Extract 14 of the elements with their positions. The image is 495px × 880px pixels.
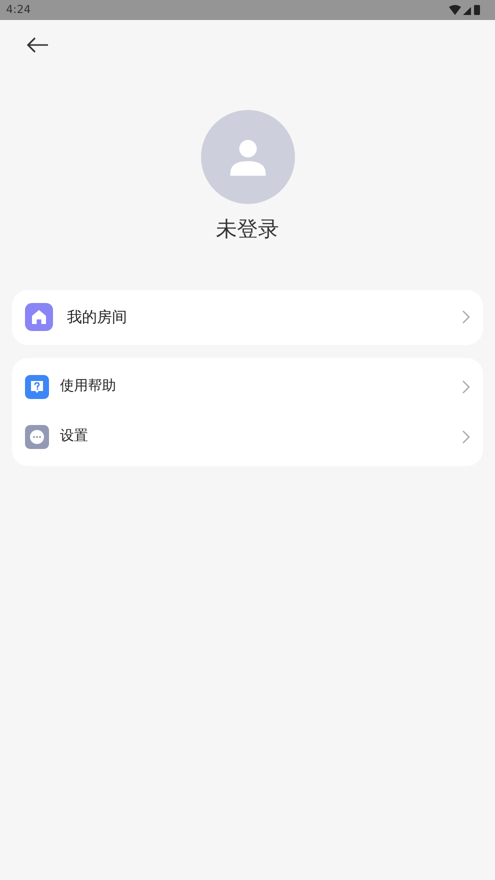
menu-label: 设置	[60, 427, 89, 446]
chevron-icon	[462, 380, 470, 394]
chevron-icon	[462, 430, 470, 444]
status-time: 4:24	[6, 2, 31, 18]
menu-label: 使用帮助	[60, 377, 117, 396]
menu-label: 我的房间	[67, 306, 128, 328]
chevron-icon	[462, 310, 470, 324]
chat-bubble-icon	[25, 424, 49, 448]
menu-item[interactable]: 设置	[12, 412, 483, 462]
login-status[interactable]: 未登录	[216, 214, 279, 246]
help-icon	[25, 374, 49, 398]
menu-item[interactable]: 使用帮助	[12, 362, 483, 412]
menu-item[interactable]: 我的房间	[12, 290, 483, 344]
home-icon	[25, 303, 53, 331]
